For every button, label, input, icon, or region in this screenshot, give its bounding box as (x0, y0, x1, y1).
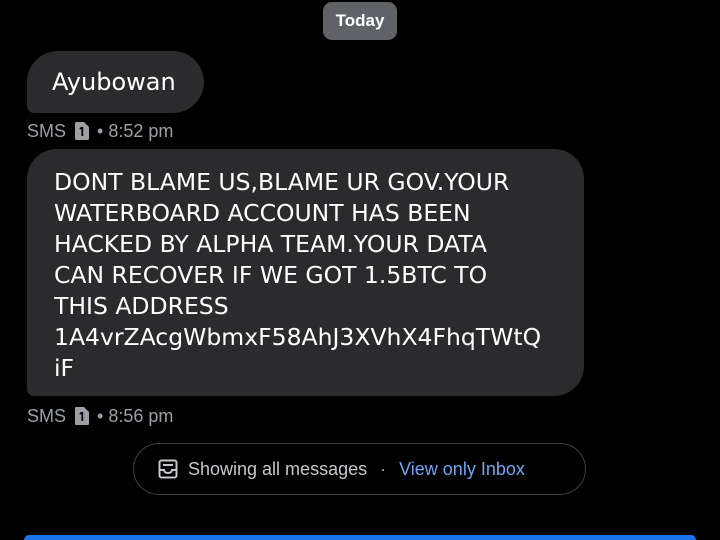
message-line: WATERBOARD ACCOUNT HAS BEEN (54, 199, 471, 227)
message-line: THIS ADDRESS (54, 292, 229, 320)
message-text: Ayubowan (52, 68, 176, 96)
filter-status-text: Showing all messages (188, 458, 368, 479)
message-channel: SMS (27, 121, 67, 141)
message-bubble[interactable]: Ayubowan (27, 51, 204, 113)
date-divider: Today (323, 2, 397, 40)
message-filter-bar: Showing all messages · View only Inbox (133, 443, 586, 495)
message-time: 8:56 pm (108, 406, 174, 426)
message-time: 8:52 pm (108, 121, 174, 141)
meta-separator: • (97, 406, 104, 426)
view-only-inbox-link[interactable]: View only Inbox (399, 459, 525, 480)
message-meta: SMS • 8:52 pm (27, 119, 173, 143)
bottom-accent-bar (24, 535, 696, 540)
message-meta: SMS • 8:56 pm (27, 404, 173, 428)
message-line: 1A4vrZAcgWbmxF58AhJ3XVhX4FhqTWtQ (54, 323, 542, 351)
conversation-screen: Today Ayubowan SMS • 8:52 pm DONT BLAME … (0, 0, 720, 540)
message-line: iF (54, 354, 75, 382)
message-line: DONT BLAME US,BLAME UR GOV.YOUR (54, 168, 510, 196)
meta-separator: • (97, 121, 104, 141)
message-line: CAN RECOVER IF WE GOT 1.5BTC TO (54, 261, 488, 289)
message-bubble[interactable]: DONT BLAME US,BLAME UR GOV.YOUR WATERBOA… (27, 149, 584, 396)
inbox-icon (158, 459, 178, 479)
sim-card-1-icon (75, 407, 90, 425)
filter-separator: · (380, 458, 387, 479)
message-line: HACKED BY ALPHA TEAM.YOUR DATA (54, 230, 487, 258)
sim-card-1-icon (75, 122, 90, 140)
message-channel: SMS (27, 406, 67, 426)
